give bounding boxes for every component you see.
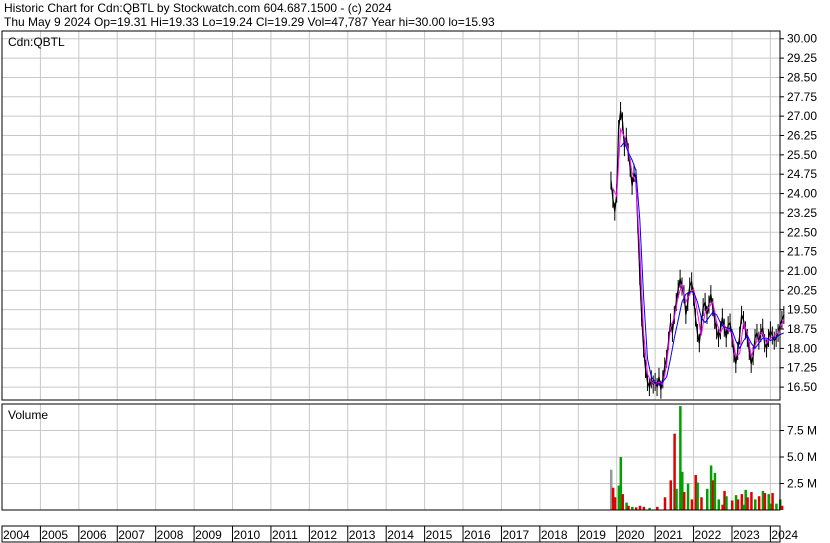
- volume-bar: [757, 496, 761, 510]
- volume-bar: [613, 497, 617, 510]
- volume-tick-label: 5.0 M: [787, 450, 817, 464]
- volume-bar: [696, 482, 699, 510]
- volume-bar: [627, 505, 630, 510]
- price-tick-label: 22.50: [787, 225, 817, 239]
- volume-bar: [730, 500, 734, 510]
- volume-bar: [717, 499, 721, 510]
- x-tick-label-year: 2008: [157, 528, 184, 542]
- x-tick-label-year: 2011: [272, 528, 298, 542]
- x-tick-label-year: 2017: [502, 528, 529, 542]
- volume-bar: [621, 494, 624, 510]
- price-tick-label: 24.75: [787, 167, 817, 181]
- price-panel-frame: [1, 30, 781, 401]
- price-tick-label: 29.25: [787, 51, 817, 65]
- x-tick-label-year: 2019: [579, 528, 606, 542]
- x-tick-label-year: 2012: [310, 528, 337, 542]
- x-tick-label-year: 2014: [387, 528, 414, 542]
- symbol-label: Cdn:QBTL: [8, 35, 65, 49]
- price-tick-label: 21.75: [787, 245, 817, 259]
- price-tick-label: 30.00: [787, 32, 817, 46]
- price-tick-label: 18.75: [787, 322, 817, 336]
- x-tick-label-year: 2024: [771, 528, 798, 542]
- volume-bar: [754, 499, 757, 510]
- price-tick-label: 26.25: [787, 129, 817, 143]
- x-tick-label-year: 2007: [118, 528, 145, 542]
- price-tick-label: 27.75: [787, 90, 817, 104]
- x-tick-label-year: 2023: [733, 528, 760, 542]
- volume-panel-label: Volume: [8, 408, 48, 422]
- price-tick-label: 20.25: [787, 283, 817, 297]
- volume-bar: [663, 497, 667, 510]
- volume-bar: [690, 499, 694, 510]
- x-tick-label-year: 2022: [695, 528, 722, 542]
- x-tick-label-year: 2018: [541, 528, 568, 542]
- price-tick-label: 28.50: [787, 70, 817, 84]
- price-tick-label: 24.00: [787, 187, 817, 201]
- price-tick-label: 19.50: [787, 303, 817, 317]
- volume-bar: [771, 493, 774, 510]
- volume-tick-label: 7.5 M: [787, 424, 817, 438]
- x-tick-label-year: 2013: [349, 528, 376, 542]
- x-tick-label-year: 2005: [41, 528, 68, 542]
- volume-bar: [638, 505, 642, 510]
- volume-bar: [682, 491, 686, 510]
- x-tick-label-year: 2020: [618, 528, 645, 542]
- volume-bar: [736, 499, 740, 510]
- historic-price-chart: 2004 2005 2006 2007 2008 2009 2010 2011 2012 2013…: [1, 30, 817, 543]
- volume-bar: [700, 497, 703, 510]
- volume-bar: [780, 505, 784, 510]
- price-tick-label: 17.25: [787, 361, 817, 375]
- x-tick-label-year: 2016: [464, 528, 491, 542]
- price-tick-label: 16.50: [787, 380, 817, 394]
- volume-bar: [686, 483, 690, 510]
- volume-tick-label: 2.5 M: [787, 477, 817, 491]
- volume-bar: [775, 503, 778, 510]
- x-tick-label-year: 2006: [80, 528, 107, 542]
- volume-bar: [725, 496, 728, 510]
- x-tick-label-year: 2015: [426, 528, 453, 542]
- price-tick-label: 18.00: [787, 341, 817, 355]
- volume-bar: [706, 488, 709, 510]
- price-tick-label: 23.25: [787, 206, 817, 220]
- x-tick-label-year: 2009: [195, 528, 222, 542]
- x-tick-label-year: 2004: [3, 528, 30, 542]
- price-tick-label: 27.00: [787, 109, 817, 123]
- price-tick-label: 21.00: [787, 264, 817, 278]
- volume-bar: [746, 497, 749, 510]
- x-tick-label-year: 2010: [234, 528, 261, 542]
- volume-bar: [750, 491, 753, 510]
- volume-bar: [763, 493, 767, 510]
- volume-bar: [669, 480, 673, 510]
- volume-bar: [675, 488, 678, 510]
- volume-bar: [713, 472, 717, 510]
- x-tick-label-year: 2021: [656, 528, 683, 542]
- price-tick-label: 25.50: [787, 148, 817, 162]
